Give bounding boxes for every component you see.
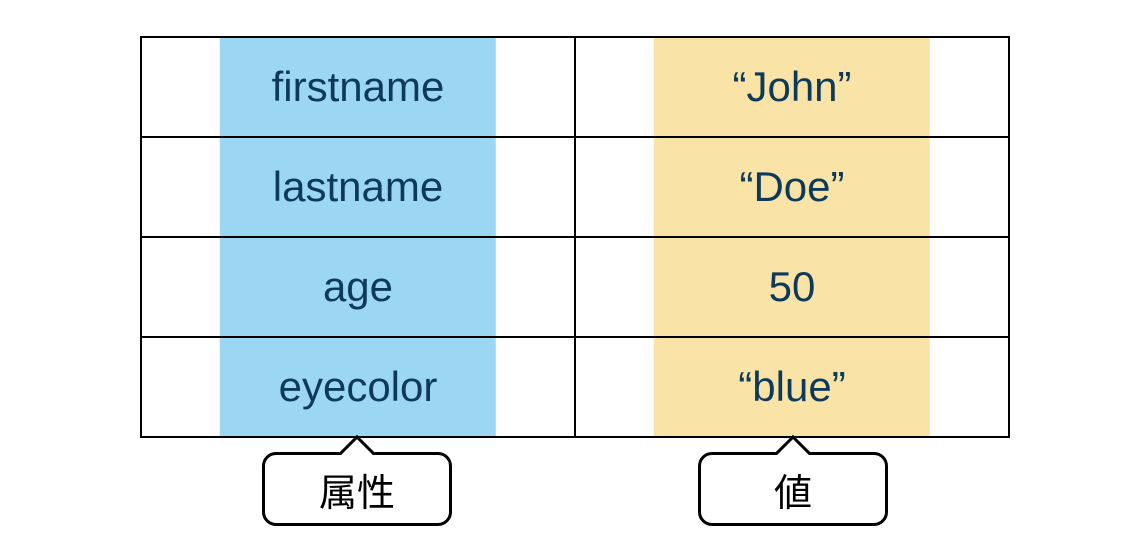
value-label-callout: 値 (698, 452, 888, 526)
attribute-value-table: firstname “John” lastname (140, 36, 1010, 438)
attribute-cell: lastname (141, 137, 575, 237)
value-cell: “John” (575, 37, 1009, 137)
diagram-container: firstname “John” lastname (140, 36, 1010, 548)
value-cell: “Doe” (575, 137, 1009, 237)
attribute-text: lastname (273, 163, 443, 211)
table-row: eyecolor “blue” (141, 337, 1009, 437)
attribute-cell: age (141, 237, 575, 337)
table-row: age 50 (141, 237, 1009, 337)
table-row: lastname “Doe” (141, 137, 1009, 237)
attribute-label-callout: 属性 (262, 452, 452, 526)
callout-row: 属性 値 (140, 438, 1010, 548)
value-label: 値 (774, 462, 812, 517)
value-text: “John” (732, 63, 851, 111)
attribute-cell: firstname (141, 37, 575, 137)
value-cell: 50 (575, 237, 1009, 337)
value-text: “blue” (738, 363, 845, 411)
attribute-text: firstname (272, 63, 445, 111)
attribute-text: age (323, 263, 393, 311)
attribute-label: 属性 (319, 462, 395, 517)
value-text: 50 (769, 263, 816, 311)
attribute-text: eyecolor (279, 363, 438, 411)
attribute-cell: eyecolor (141, 337, 575, 437)
table-row: firstname “John” (141, 37, 1009, 137)
value-cell: “blue” (575, 337, 1009, 437)
value-text: “Doe” (739, 163, 844, 211)
